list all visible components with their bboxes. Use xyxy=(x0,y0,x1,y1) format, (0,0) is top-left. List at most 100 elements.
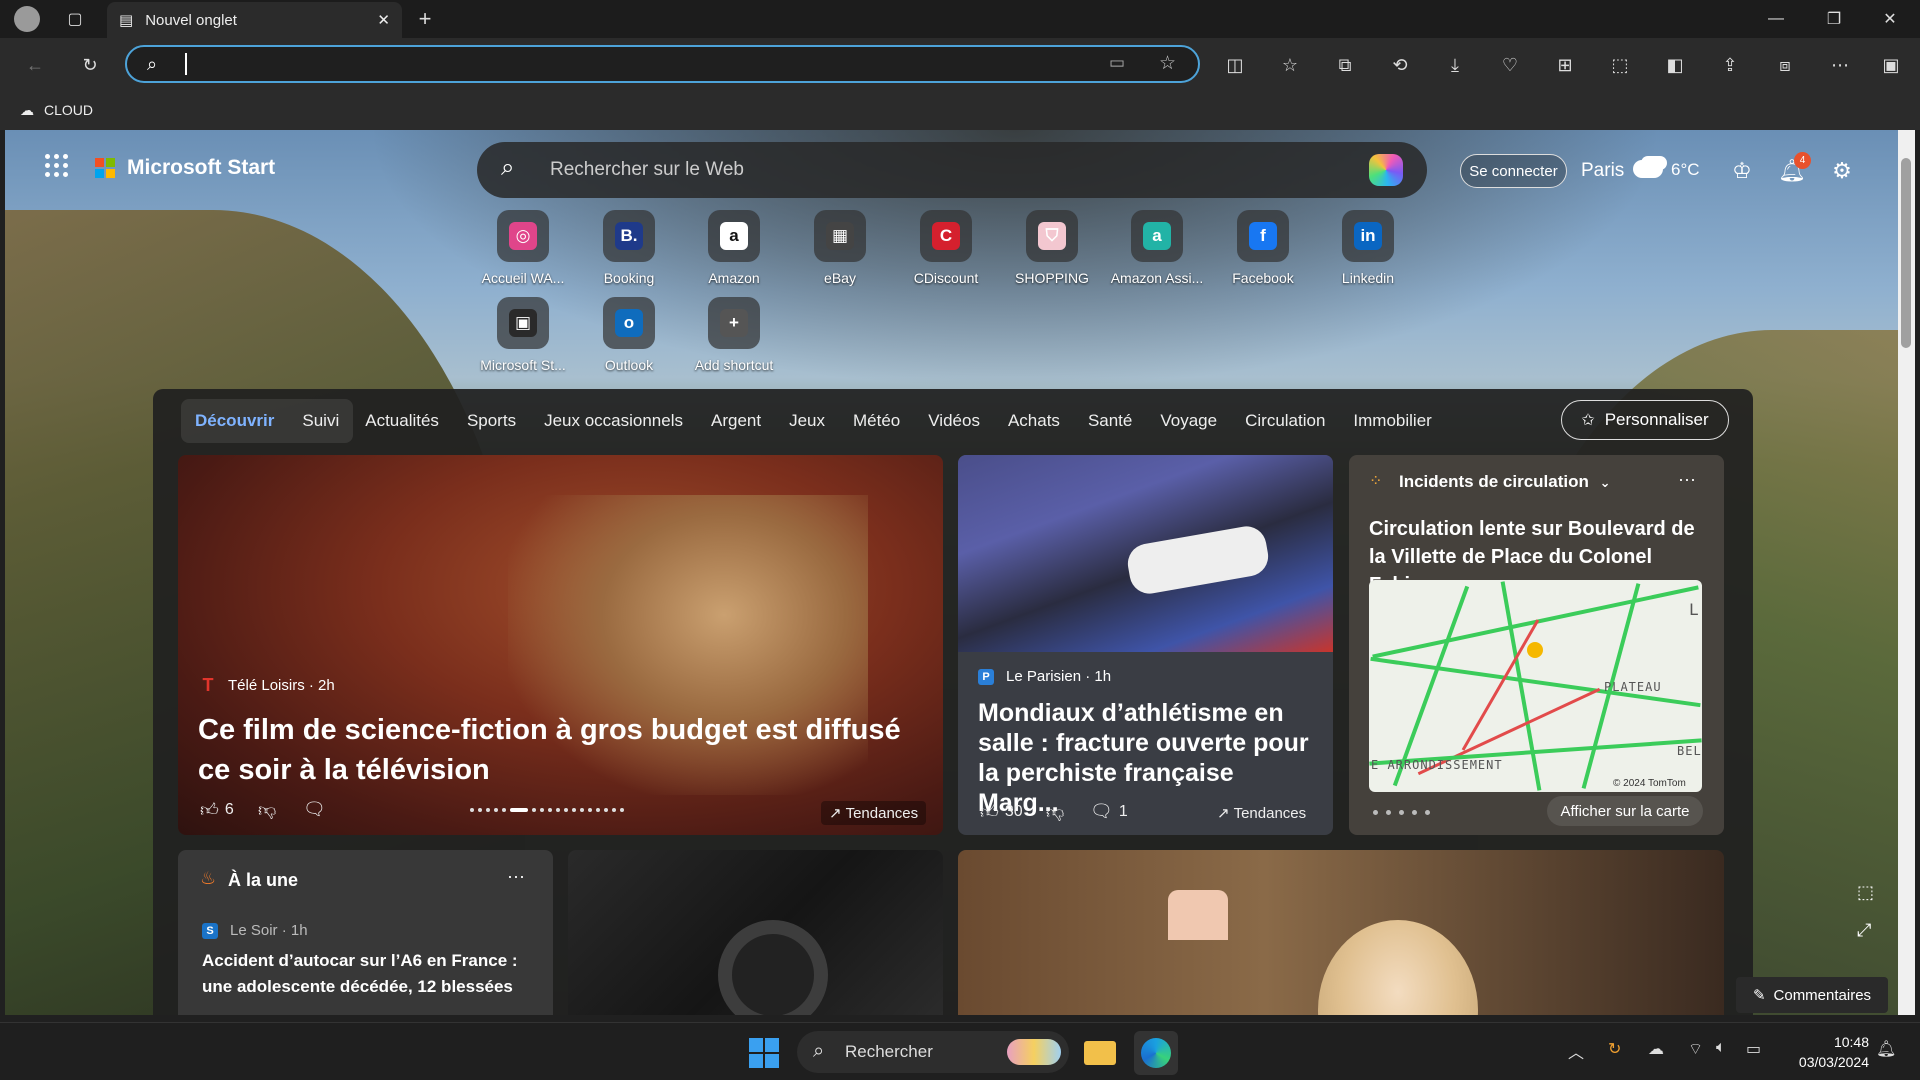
shortcut-tile[interactable]: ◎ Accueil WA... xyxy=(471,210,575,290)
history-icon[interactable]: ⟲ xyxy=(1385,50,1415,80)
split-screen-icon[interactable]: ◫ xyxy=(1220,50,1250,80)
show-hidden-icons[interactable]: ︿ xyxy=(1568,1039,1584,1063)
feedback-button[interactable]: ✎ Commentaires xyxy=(1736,977,1888,1013)
tab-actions-icon[interactable]: ▢ xyxy=(58,4,92,34)
tab-travel[interactable]: Voyage xyxy=(1160,411,1217,431)
tab-following[interactable]: Suivi xyxy=(302,411,339,431)
start-menu-icon[interactable] xyxy=(749,1038,779,1068)
more-options-icon[interactable]: ··· xyxy=(507,866,525,887)
tab-news[interactable]: Actualités xyxy=(365,411,439,431)
personalize-button[interactable]: ✩ Personnaliser xyxy=(1561,400,1729,440)
tab-games[interactable]: Jeux xyxy=(789,411,825,431)
expand-icon[interactable]: ⤢ xyxy=(1857,920,1871,941)
workspaces-icon[interactable]: ⧈ xyxy=(1770,50,1800,80)
app-launcher-icon[interactable] xyxy=(45,154,69,178)
tab-casual-games[interactable]: Jeux occasionnels xyxy=(544,411,683,431)
performance-icon[interactable]: ♡ xyxy=(1495,50,1525,80)
sync-icon[interactable]: ↻ xyxy=(1608,1039,1621,1059)
immersive-reader-icon[interactable]: ▭ xyxy=(1109,53,1125,73)
settings-gear-icon[interactable]: ⚙ xyxy=(1827,156,1857,186)
car-article-card[interactable] xyxy=(568,850,943,1015)
taskbar-search[interactable]: ⌕ Rechercher xyxy=(797,1031,1069,1073)
favorite-cloud[interactable]: CLOUD xyxy=(44,102,93,118)
shortcut-tile[interactable]: a Amazon Assi... xyxy=(1105,210,1209,290)
edge-browser-icon[interactable] xyxy=(1134,1031,1178,1075)
like-button[interactable]: 👍︎ 30 xyxy=(980,801,1023,823)
volume-icon[interactable]: 🔈︎ xyxy=(1716,1039,1726,1057)
more-options-icon[interactable]: ··· xyxy=(1678,469,1696,490)
web-search-input[interactable]: Rechercher sur le Web xyxy=(550,159,744,181)
copilot-sidebar-icon[interactable]: ▣ xyxy=(1876,50,1906,80)
incident-marker-icon[interactable] xyxy=(1527,642,1543,658)
shortcut-tile[interactable]: o Outlook xyxy=(577,297,681,377)
copilot-icon[interactable] xyxy=(1369,154,1403,186)
shortcut-tile[interactable]: B. Booking xyxy=(577,210,681,290)
scrollbar-thumb[interactable] xyxy=(1901,158,1911,348)
profile-avatar-icon[interactable] xyxy=(10,4,44,34)
hero-article-card[interactable]: T Télé Loisirs · 2h Ce film de science-f… xyxy=(178,455,943,835)
tab-health[interactable]: Santé xyxy=(1088,411,1132,431)
dislike-button[interactable]: 👎︎ xyxy=(258,799,282,821)
weather-temperature[interactable]: 6°C xyxy=(1671,160,1700,180)
cloud-offline-icon[interactable]: ☁ xyxy=(1648,1039,1664,1059)
shortcut-tile[interactable]: ▦ eBay xyxy=(788,210,892,290)
carousel-indicator[interactable] xyxy=(470,808,624,812)
shortcut-tile[interactable]: ▣ Microsoft St... xyxy=(471,297,575,377)
show-on-map-button[interactable]: Afficher sur la carte xyxy=(1547,796,1703,826)
shortcut-tile[interactable]: f Facebook xyxy=(1211,210,1315,290)
tab-new-tab[interactable]: ▤ Nouvel onglet ✕ xyxy=(107,2,402,38)
shortcut-tile[interactable]: + Add shortcut xyxy=(682,297,786,377)
refresh-icon[interactable]: ↻ xyxy=(75,50,105,80)
dislike-button[interactable]: 👎︎ xyxy=(1046,801,1070,823)
shortcut-tile[interactable]: C CDiscount xyxy=(894,210,998,290)
notification-center-icon[interactable]: 🔔︎ xyxy=(1876,1039,1896,1059)
more-menu-icon[interactable]: ⋯ xyxy=(1825,50,1855,80)
battery-icon[interactable]: ▭ xyxy=(1746,1039,1761,1059)
wifi-icon[interactable]: ⌔ xyxy=(1688,1039,1703,1059)
article-headline[interactable]: Ce film de science-fiction à gros budget… xyxy=(198,710,918,790)
address-bar[interactable]: ⌕ ▭ ☆ xyxy=(125,45,1200,83)
comment-button[interactable]: 🗨︎ xyxy=(303,799,332,820)
sidebar-toggle-icon[interactable]: ◧ xyxy=(1660,50,1690,80)
card-title[interactable]: Incidents de circulation ⌄ xyxy=(1399,472,1611,492)
favorite-star-icon[interactable]: ☆ xyxy=(1159,52,1176,75)
favorites-icon[interactable]: ☆ xyxy=(1275,50,1305,80)
minimize-icon[interactable]: — xyxy=(1748,0,1804,38)
athletics-article-card[interactable]: P Le Parisien · 1h Mondiaux d’athlétisme… xyxy=(958,455,1333,835)
restore-icon[interactable]: ❐ xyxy=(1806,0,1862,38)
extensions-icon[interactable]: ⊞ xyxy=(1550,50,1580,80)
weather-city[interactable]: Paris xyxy=(1581,160,1624,182)
screenshot-icon[interactable]: ⬚ xyxy=(1605,50,1635,80)
shortcut-tile[interactable]: in Linkedin xyxy=(1316,210,1420,290)
close-window-icon[interactable]: ✕ xyxy=(1862,0,1918,38)
card-title[interactable]: À la une xyxy=(228,870,298,891)
tab-weather[interactable]: Météo xyxy=(853,411,900,431)
article-headline[interactable]: Accident d’autocar sur l’A6 en France : … xyxy=(202,948,532,1000)
share-icon[interactable]: ⇪ xyxy=(1715,50,1745,80)
close-tab-icon[interactable]: ✕ xyxy=(377,11,390,29)
like-button[interactable]: 👍︎ 6 xyxy=(200,799,234,821)
traffic-incidents-card[interactable]: ⁘ Incidents de circulation ⌄ ··· Circula… xyxy=(1349,455,1724,835)
background-info-icon[interactable]: ⬚ xyxy=(1857,882,1874,903)
file-explorer-icon[interactable] xyxy=(1078,1031,1122,1075)
carousel-indicator[interactable] xyxy=(1373,810,1430,815)
web-search-box[interactable]: ⌕ Rechercher sur le Web xyxy=(477,142,1427,198)
collections-icon[interactable]: ⧉ xyxy=(1330,50,1360,80)
system-clock[interactable]: 10:48 03/03/2024 xyxy=(1785,1032,1869,1072)
back-icon[interactable]: ← xyxy=(20,50,50,80)
brand-title[interactable]: Microsoft Start xyxy=(127,156,275,180)
tab-videos[interactable]: Vidéos xyxy=(928,411,980,431)
downloads-icon[interactable]: ⤓ xyxy=(1440,50,1470,80)
tab-shopping[interactable]: Achats xyxy=(1008,411,1060,431)
traffic-map[interactable]: PLATEAU E ARRONDISSEMENT BEL L © 2024 To… xyxy=(1369,580,1702,792)
shortcut-tile[interactable]: a Amazon xyxy=(682,210,786,290)
portrait-article-card[interactable] xyxy=(958,850,1724,1015)
sign-in-button[interactable]: Se connecter xyxy=(1460,154,1567,188)
new-tab-icon[interactable]: + xyxy=(408,4,442,34)
tab-traffic[interactable]: Circulation xyxy=(1245,411,1325,431)
tab-sports[interactable]: Sports xyxy=(467,411,516,431)
rewards-trophy-icon[interactable]: ♔ xyxy=(1727,156,1757,186)
comment-button[interactable]: 🗨︎ 1 xyxy=(1090,801,1128,822)
tab-discover[interactable]: Découvrir xyxy=(195,411,274,431)
top-news-card[interactable]: ♨ À la une ··· S Le Soir · 1h Accident d… xyxy=(178,850,553,1015)
